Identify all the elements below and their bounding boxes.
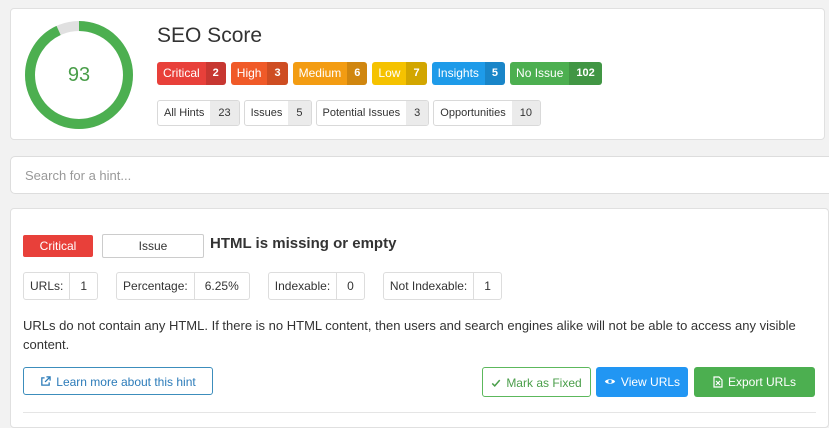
filter-count: 5	[288, 101, 311, 125]
filter-label: Opportunities	[440, 107, 506, 119]
filter-label: Potential Issues	[322, 107, 401, 119]
filter-potential-issues[interactable]: Potential Issues 3	[315, 100, 430, 126]
mark-as-fixed-button[interactable]: Mark as Fixed	[482, 367, 591, 397]
badge-count: 2	[205, 62, 226, 85]
stat-label: Not Indexable:	[384, 273, 475, 299]
badge-medium[interactable]: Medium 6	[292, 62, 368, 85]
stat-label: URLs:	[24, 273, 71, 299]
filter-all-hints[interactable]: All Hints 23	[157, 100, 240, 126]
excel-file-icon	[713, 367, 723, 397]
hint-title: HTML is missing or empty	[210, 235, 397, 252]
badge-critical[interactable]: Critical 2	[157, 62, 226, 85]
hint-filter-row: All Hints 23 Issues 5 Potential Issues 3 Op…	[157, 100, 541, 126]
hint-description: URLs do not contain any HTML. If there i…	[23, 318, 796, 352]
badge-insights[interactable]: Insights 5	[431, 62, 506, 85]
filter-count: 3	[406, 101, 429, 125]
stat-label: Percentage:	[117, 273, 195, 299]
stat-value: 1	[80, 279, 88, 293]
badge-label: Critical	[163, 66, 200, 80]
stat-label: Indexable:	[269, 273, 338, 299]
badge-count: 102	[569, 62, 602, 85]
filter-count: 23	[210, 101, 239, 125]
stat-indexable: Indexable: 0	[267, 272, 365, 300]
seo-score-gauge: 93	[23, 19, 135, 131]
badge-count: 5	[484, 62, 506, 85]
badge-no-issue[interactable]: No Issue 102	[510, 62, 602, 85]
stat-not-indexable: Not Indexable: 1	[382, 272, 502, 300]
stat-urls: URLs: 1	[23, 272, 99, 300]
badge-label: Low	[378, 66, 401, 80]
badge-high[interactable]: High 3	[230, 62, 288, 85]
type-tag: Issue	[102, 234, 204, 258]
filter-opportunities[interactable]: Opportunities 10	[433, 100, 541, 126]
severity-badge-row: Critical 2 High 3 Medium 6 Low 7 Insights 5 N…	[157, 62, 602, 85]
view-urls-button[interactable]: View URLs	[596, 367, 688, 397]
divider	[23, 412, 816, 413]
seo-score-panel: 93 SEO Score Critical 2 High 3 Medium 6 Low…	[10, 8, 825, 140]
export-urls-button[interactable]: Export URLs	[694, 367, 815, 397]
badge-count: 3	[267, 62, 288, 85]
badge-label: Medium	[298, 66, 342, 80]
mark-as-fixed-label: Mark as Fixed	[506, 376, 582, 390]
badge-label: No Issue	[516, 66, 564, 80]
stat-value: 1	[484, 279, 491, 293]
hint-stats: URLs: 1 Percentage: 6.25% Indexable: 0 Not …	[23, 272, 520, 300]
score-value: 93	[67, 63, 91, 86]
external-link-icon	[40, 368, 52, 396]
export-urls-label: Export URLs	[727, 375, 797, 389]
filter-label: Issues	[250, 107, 283, 119]
filter-issues[interactable]: Issues 5	[243, 100, 312, 126]
learn-more-label: Learn more about this hint	[56, 375, 196, 389]
severity-tag: Critical	[23, 235, 93, 257]
filter-label: All Hints	[164, 107, 205, 119]
filter-count: 10	[511, 101, 540, 125]
badge-low[interactable]: Low 7	[372, 62, 427, 85]
stat-percentage: Percentage: 6.25%	[116, 272, 250, 300]
badge-label: High	[236, 66, 262, 80]
search-input[interactable]	[11, 157, 829, 193]
stat-value: 6.25%	[204, 279, 239, 293]
stat-value: 0	[347, 279, 354, 293]
learn-more-button[interactable]: Learn more about this hint	[23, 367, 213, 395]
badge-label: Insights	[437, 66, 479, 80]
badge-count: 6	[347, 62, 368, 85]
badge-count: 7	[406, 62, 427, 85]
check-icon	[491, 368, 501, 398]
eye-icon	[604, 367, 616, 397]
page-title: SEO Score	[157, 24, 263, 47]
hint-search-box	[10, 156, 829, 194]
hint-card: Critical Issue HTML is missing or empty …	[10, 208, 829, 428]
view-urls-label: View URLs	[620, 375, 681, 389]
